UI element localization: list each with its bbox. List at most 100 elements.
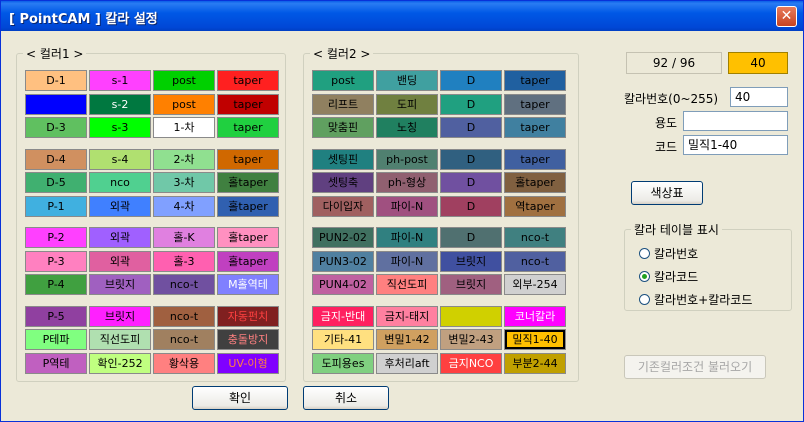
color-swatch[interactable] — [440, 305, 502, 327]
palette-button[interactable]: 색상표 — [631, 181, 703, 205]
color-swatch[interactable]: 확인-252 — [89, 352, 151, 374]
color-swatch[interactable]: ph-post — [376, 148, 438, 170]
color-swatch[interactable]: P테파 — [25, 329, 87, 350]
color-swatch[interactable]: nco-t — [153, 305, 215, 327]
color-swatch[interactable]: 금지-태지 — [376, 305, 438, 327]
color-swatch[interactable]: 도피용es — [312, 352, 374, 374]
color-swatch[interactable]: 브릿지 — [89, 305, 151, 327]
color-swatch[interactable]: 외곽 — [89, 250, 151, 272]
color-swatch[interactable]: D-4 — [25, 148, 87, 170]
color-swatch[interactable]: taper — [217, 70, 279, 91]
color-swatch[interactable]: 충돌방지 — [217, 329, 279, 350]
color-swatch[interactable]: taper — [217, 93, 279, 115]
color-swatch[interactable]: 부분2-44 — [504, 352, 566, 374]
color-swatch[interactable]: 노칭 — [376, 117, 438, 138]
color-swatch[interactable]: taper — [217, 117, 279, 138]
color-swatch[interactable]: 역taper — [504, 195, 566, 217]
color-swatch[interactable]: P-2 — [25, 227, 87, 248]
usage-input[interactable] — [683, 111, 788, 131]
color-swatch[interactable]: D-3 — [25, 117, 87, 138]
color-swatch[interactable]: 외곽 — [89, 195, 151, 217]
color-swatch[interactable]: 홀taper — [217, 250, 279, 272]
color-swatch[interactable]: P-5 — [25, 305, 87, 327]
color-swatch[interactable]: 외곽 — [89, 227, 151, 248]
color-swatch[interactable]: D — [440, 70, 502, 91]
color-swatch[interactable]: s-1 — [89, 70, 151, 91]
color-swatch[interactable]: 홀taper — [217, 227, 279, 248]
color-swatch[interactable]: D — [440, 117, 502, 138]
load-previous-colors-button[interactable]: 기존컬러조건 불러오기 — [624, 355, 766, 379]
color-swatch[interactable]: 파이-N — [376, 195, 438, 217]
code-input[interactable]: 밀직1-40 — [683, 135, 788, 155]
color-swatch[interactable]: 금지NCO — [440, 352, 502, 374]
title-bar[interactable]: [ PointCAM ] 칼라 설정 ✕ — [1, 1, 803, 31]
color-swatch[interactable]: 3-차 — [153, 172, 215, 193]
color-swatch[interactable]: ph-형상 — [376, 172, 438, 193]
color-swatch[interactable]: 다이입자 — [312, 195, 374, 217]
color-swatch[interactable]: 브릿지 — [440, 250, 502, 272]
color-swatch[interactable]: nco — [89, 172, 151, 193]
color-swatch[interactable]: nco-t — [153, 274, 215, 295]
color-swatch[interactable]: s-4 — [89, 148, 151, 170]
color-swatch[interactable]: 2-차 — [153, 148, 215, 170]
color-swatch[interactable]: 후처리aft — [376, 352, 438, 374]
color-swatch[interactable]: D — [440, 227, 502, 248]
color-swatch[interactable]: P역테 — [25, 352, 87, 374]
color-swatch[interactable]: taper — [504, 117, 566, 138]
color-swatch[interactable]: P-1 — [25, 195, 87, 217]
color-swatch[interactable]: 브릿지 — [89, 274, 151, 295]
color-swatch[interactable]: 변밀2-43 — [440, 329, 502, 350]
color-swatch[interactable]: 직선도피 — [376, 274, 438, 295]
color-swatch[interactable]: nco-t — [153, 329, 215, 350]
color-swatch[interactable]: taper — [504, 148, 566, 170]
color-swatch[interactable]: D-5 — [25, 172, 87, 193]
color-swatch[interactable]: 4-차 — [153, 195, 215, 217]
color-swatch[interactable]: D — [440, 195, 502, 217]
color-swatch[interactable]: UV-이형 — [217, 352, 279, 374]
color-swatch[interactable]: 홀taper — [504, 172, 566, 193]
color-swatch[interactable]: taper — [504, 70, 566, 91]
color-swatch[interactable]: 브릿지 — [440, 274, 502, 295]
cancel-button[interactable]: 취소 — [303, 386, 389, 410]
color-swatch[interactable]: 홀taper — [217, 195, 279, 217]
color-swatch[interactable]: 셋팅핀 — [312, 148, 374, 170]
color-swatch[interactable]: M홀역테 — [217, 274, 279, 295]
color-swatch[interactable]: 홀-3 — [153, 250, 215, 272]
color-swatch[interactable]: 외부-254 — [504, 274, 566, 295]
color-swatch[interactable]: post — [312, 70, 374, 91]
color-swatch[interactable]: PUN4-02 — [312, 274, 374, 295]
color-swatch[interactable]: P-4 — [25, 274, 87, 295]
color-swatch[interactable]: 코너칼라 — [504, 305, 566, 327]
color-swatch[interactable]: 1-차 — [153, 117, 215, 138]
close-button[interactable]: ✕ — [776, 6, 797, 27]
color-swatch[interactable]: post — [153, 70, 215, 91]
color-swatch[interactable]: D — [440, 172, 502, 193]
color-swatch[interactable]: 파이-N — [376, 250, 438, 272]
color-swatch[interactable]: 변밀1-42 — [376, 329, 438, 350]
color-swatch[interactable]: post — [153, 93, 215, 115]
color-swatch[interactable]: 파이-N — [376, 227, 438, 248]
color-swatch[interactable]: PUN2-02 — [312, 227, 374, 248]
radio-color-code[interactable]: 칼라코드 — [639, 268, 698, 285]
color-swatch[interactable]: 홀taper — [217, 172, 279, 193]
color-swatch[interactable]: taper — [504, 93, 566, 115]
color-swatch[interactable]: D — [440, 148, 502, 170]
color-swatch[interactable]: 밀직1-40 — [504, 329, 566, 350]
color-swatch[interactable]: P-3 — [25, 250, 87, 272]
color-swatch[interactable]: 홀-K — [153, 227, 215, 248]
color-swatch[interactable]: s-2 — [89, 93, 151, 115]
color-swatch[interactable]: PUN3-02 — [312, 250, 374, 272]
color-swatch[interactable]: nco-t — [504, 250, 566, 272]
color-swatch[interactable]: D — [440, 93, 502, 115]
radio-color-number[interactable]: 칼라번호 — [639, 245, 698, 262]
color-swatch[interactable]: 맞춤핀 — [312, 117, 374, 138]
color-swatch[interactable]: D-2 — [25, 93, 87, 115]
color-number-input[interactable]: 40 — [730, 87, 788, 107]
color-swatch[interactable]: 기타-41 — [312, 329, 374, 350]
color-swatch[interactable]: 리프트 — [312, 93, 374, 115]
color-swatch[interactable]: nco-t — [504, 227, 566, 248]
color-swatch[interactable]: 도피 — [376, 93, 438, 115]
color-swatch[interactable]: 금지-반대 — [312, 305, 374, 327]
color-swatch[interactable]: 밴딩 — [376, 70, 438, 91]
color-swatch[interactable]: D-1 — [25, 70, 87, 91]
